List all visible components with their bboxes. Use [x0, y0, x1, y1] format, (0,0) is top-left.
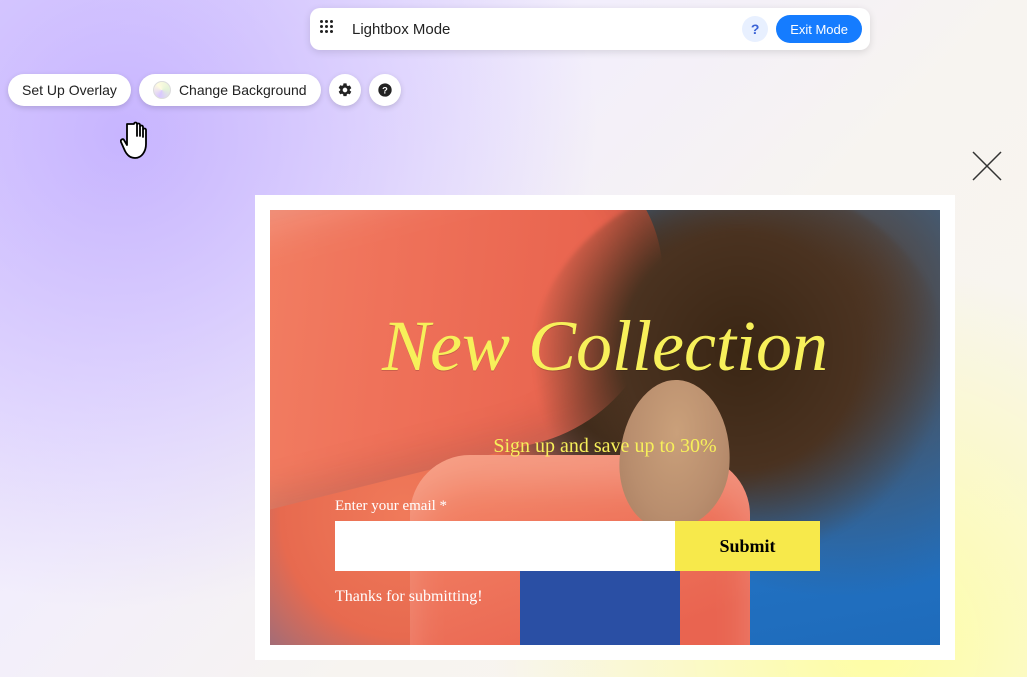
mode-bar: Lightbox Mode ? Exit Mode [310, 8, 870, 50]
setup-overlay-label: Set Up Overlay [22, 82, 117, 98]
background-swatch-icon [153, 81, 171, 99]
drag-handle-icon[interactable] [320, 20, 338, 38]
close-icon[interactable] [969, 148, 1005, 184]
setup-overlay-button[interactable]: Set Up Overlay [8, 74, 131, 106]
signup-form: Enter your email * Submit [335, 498, 820, 571]
email-row: Submit [335, 521, 820, 571]
exit-mode-button[interactable]: Exit Mode [776, 15, 862, 43]
lightbox-panel: New Collection Sign up and save up to 30… [255, 195, 955, 660]
mode-title: Lightbox Mode [352, 21, 742, 38]
change-background-label: Change Background [179, 82, 307, 98]
svg-text:?: ? [382, 85, 388, 95]
lightbox-hero-image: New Collection Sign up and save up to 30… [270, 210, 940, 645]
gear-icon [337, 82, 353, 98]
change-background-button[interactable]: Change Background [139, 74, 321, 106]
help-button[interactable]: ? [369, 74, 401, 106]
submit-button[interactable]: Submit [675, 521, 820, 571]
help-icon[interactable]: ? [742, 16, 768, 42]
help-icon: ? [377, 82, 393, 98]
settings-button[interactable] [329, 74, 361, 106]
lightbox-subtitle: Sign up and save up to 30% [270, 435, 940, 458]
thanks-message: Thanks for submitting! [335, 588, 483, 606]
action-row: Set Up Overlay Change Background ? [8, 74, 401, 106]
hand-cursor-icon [120, 118, 160, 164]
lightbox-title: New Collection [270, 310, 940, 382]
email-label: Enter your email * [335, 498, 820, 515]
email-field[interactable] [335, 521, 675, 571]
